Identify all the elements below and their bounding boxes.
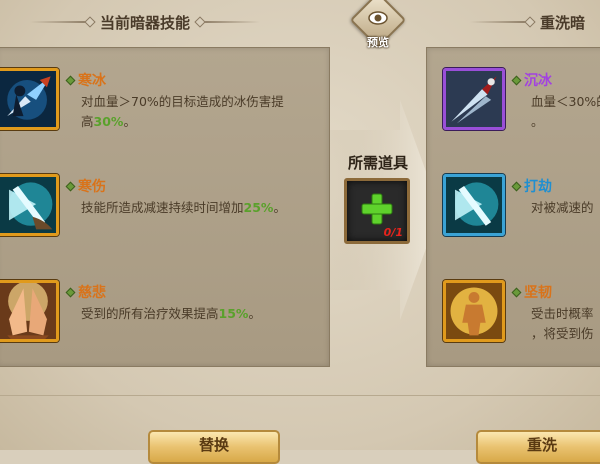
skill-name: 寒冰 bbox=[78, 73, 106, 89]
header-ornament bbox=[200, 21, 261, 23]
header-ornament bbox=[30, 21, 90, 23]
desc-text: 技能所造成减速持续时间增加 bbox=[81, 200, 244, 215]
eye-icon bbox=[368, 11, 388, 25]
desc-line-2: ，将受到伤 bbox=[531, 326, 594, 341]
frost-blade-icon bbox=[0, 174, 59, 236]
required-item-label: 所需道具 bbox=[347, 154, 408, 172]
praying-hands-icon bbox=[0, 280, 59, 342]
skill-description: 对血量＞70%的目标造成的冰伤害提 高30%。 bbox=[81, 92, 284, 132]
skill-name: 沉冰 bbox=[524, 73, 552, 89]
current-skill-3[interactable]: 慈悲 受到的所有治疗效果提高15%。 bbox=[0, 280, 329, 346]
skill-description: 受到的所有治疗效果提高15%。 bbox=[81, 304, 261, 324]
desc-line-2: 。 bbox=[531, 114, 544, 129]
skill-name-row: 沉冰 bbox=[511, 70, 552, 90]
current-skills-panel: 寒冰 对血量＞70%的目标造成的冰伤害提 高30%。 寒伤 技能所造成减速持续时… bbox=[0, 47, 330, 367]
reroll-skills-title: 重洗暗 bbox=[540, 13, 586, 32]
current-skill-1[interactable]: 寒冰 对血量＞70%的目标造成的冰伤害提 高30%。 bbox=[0, 68, 329, 134]
reroll-skills-header: 重洗暗 bbox=[470, 10, 585, 34]
skill-description: 对被减速的 bbox=[531, 198, 594, 218]
desc-value: 15% bbox=[218, 306, 249, 321]
golden-body-icon bbox=[443, 280, 505, 342]
skill-name: 慈悲 bbox=[78, 285, 106, 301]
bullet-icon bbox=[511, 287, 522, 297]
skill-description: 受击时概率 ，将受到伤 bbox=[531, 304, 594, 344]
preview-label: 预览 bbox=[367, 36, 389, 49]
current-skills-header: 当前暗器技能 bbox=[30, 10, 261, 34]
reroll-button[interactable]: 重洗 bbox=[476, 430, 600, 464]
desc-line-1: 对被减速的 bbox=[531, 200, 594, 215]
desc-text: 。 bbox=[273, 200, 286, 215]
preview-button[interactable]: 预览 bbox=[349, 0, 407, 56]
bullet-icon bbox=[65, 181, 76, 191]
required-item-count: 0/1 bbox=[383, 226, 403, 239]
desc-text: 高 bbox=[81, 114, 94, 129]
desc-line-1: 受击时概率 bbox=[531, 306, 594, 321]
reroll-skill-1[interactable]: 沉冰 血量＜30%的 。 bbox=[427, 68, 600, 134]
skill-name: 打劫 bbox=[524, 179, 552, 195]
desc-text: 受到的所有治疗效果提高 bbox=[81, 306, 219, 321]
frost-blade-icon bbox=[443, 174, 505, 236]
desc-value: 25% bbox=[243, 200, 274, 215]
skill-name: 寒伤 bbox=[78, 179, 106, 195]
skill-name-row: 慈悲 bbox=[65, 282, 106, 302]
current-skills-title: 当前暗器技能 bbox=[100, 13, 191, 32]
ice-spear-icon bbox=[443, 68, 505, 130]
divider bbox=[0, 395, 600, 396]
desc-text: 。 bbox=[123, 114, 136, 129]
skill-description: 血量＜30%的 。 bbox=[531, 92, 600, 132]
skill-name-row: 坚韧 bbox=[511, 282, 552, 302]
desc-line-1: 血量＜30%的 bbox=[531, 94, 600, 109]
bullet-icon bbox=[511, 181, 522, 191]
desc-line-1: 对血量＞70%的目标造成的冰伤害提 bbox=[81, 94, 284, 109]
current-skill-2[interactable]: 寒伤 技能所造成减速持续时间增加25%。 bbox=[0, 174, 329, 240]
reroll-skills-panel: 沉冰 血量＜30%的 。 打劫 对被减速的 bbox=[426, 47, 600, 367]
desc-value: 30% bbox=[93, 114, 124, 129]
required-item-slot[interactable]: 0/1 bbox=[344, 178, 410, 244]
header-ornament bbox=[470, 21, 530, 23]
plus-icon bbox=[361, 193, 393, 225]
bullet-icon bbox=[65, 287, 76, 297]
bullet-icon bbox=[65, 75, 76, 85]
reroll-skill-3[interactable]: 坚韧 受击时概率 ，将受到伤 bbox=[427, 280, 600, 346]
desc-line-2: 高30%。 bbox=[81, 112, 284, 132]
desc-text: 。 bbox=[248, 306, 261, 321]
reroll-skill-2[interactable]: 打劫 对被减速的 bbox=[427, 174, 600, 240]
skill-name: 坚韧 bbox=[524, 285, 552, 301]
skill-name-row: 打劫 bbox=[511, 176, 552, 196]
bullet-icon bbox=[511, 75, 522, 85]
skill-name-row: 寒冰 bbox=[65, 70, 106, 90]
skill-description: 技能所造成减速持续时间增加25%。 bbox=[81, 198, 286, 218]
skill-name-row: 寒伤 bbox=[65, 176, 106, 196]
ice-dagger-icon bbox=[0, 68, 59, 130]
replace-button[interactable]: 替换 bbox=[148, 430, 280, 464]
